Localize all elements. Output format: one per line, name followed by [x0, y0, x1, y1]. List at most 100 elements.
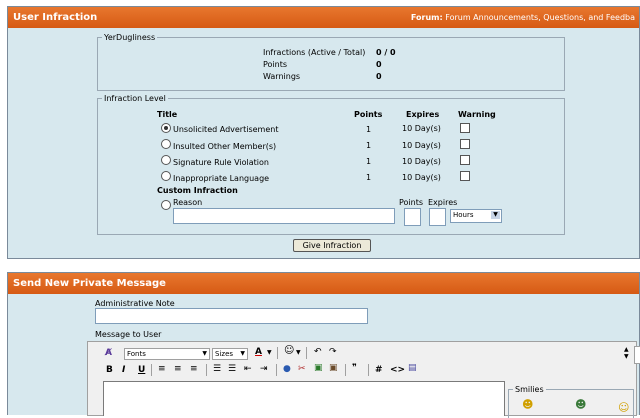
expires-period-select[interactable]: Hours ▼: [450, 209, 502, 223]
hash-button[interactable]: #: [375, 365, 383, 375]
link-icon[interactable]: ●: [283, 364, 291, 374]
infraction-expires-2: 10 Day(s): [402, 157, 441, 166]
infraction-points-1: 1: [366, 141, 372, 150]
font-select[interactable]: Fonts ▼: [124, 348, 210, 360]
underline-button[interactable]: U: [138, 365, 145, 375]
chevron-down-icon: ▼: [202, 350, 207, 357]
warning-checkbox-3[interactable]: [460, 171, 470, 181]
panel-title: User Infraction: [13, 12, 98, 23]
warnings-value: 0: [376, 72, 382, 81]
smilie-thumbsup-icon[interactable]: ☻: [522, 399, 533, 410]
remove-format-icon[interactable]: A̸: [105, 348, 112, 358]
custom-expires-label: Expires: [428, 198, 458, 207]
font-color-icon[interactable]: A: [255, 347, 262, 357]
forum-breadcrumb: Forum: Forum Announcements, Questions, a…: [411, 7, 635, 28]
chevron-down-icon: ▼: [240, 350, 245, 357]
infraction-radio-3[interactable]: [161, 171, 171, 181]
redo-icon[interactable]: ↷: [329, 347, 337, 357]
admin-note-label: Administrative Note: [95, 299, 175, 308]
image-icon[interactable]: ▣: [314, 363, 323, 373]
admin-note-input[interactable]: [95, 308, 368, 324]
infraction-level-legend: Infraction Level: [104, 94, 166, 103]
col-warning: Warning: [458, 110, 496, 119]
unlink-icon[interactable]: ✂: [298, 364, 306, 374]
col-title: Title: [157, 110, 178, 119]
bold-button[interactable]: B: [106, 365, 113, 375]
points-label: Points: [263, 60, 288, 69]
infraction-points-3: 1: [366, 173, 372, 182]
align-right-icon[interactable]: ≡: [190, 364, 198, 374]
smilies-legend: Smilies: [515, 385, 544, 394]
infraction-radio-2[interactable]: [161, 155, 171, 165]
size-select-value: Sizes: [215, 350, 234, 358]
toolbar-separator: [277, 347, 278, 359]
infraction-points-0: 1: [366, 125, 372, 134]
toolbar-separator: [151, 364, 152, 376]
size-select[interactable]: Sizes ▼: [212, 348, 248, 360]
infraction-radio-1[interactable]: [161, 139, 171, 149]
message-label: Message to User: [95, 330, 162, 339]
forum-label: Forum:: [410, 13, 443, 22]
outdent-icon[interactable]: ⇤: [244, 364, 252, 374]
infraction-expires-1: 10 Day(s): [402, 141, 441, 150]
toolbar-separator: [345, 364, 346, 376]
infraction-title-2: Signature Rule Violation: [173, 158, 269, 167]
points-value: 0: [376, 60, 382, 69]
chevron-down-icon[interactable]: ▼: [267, 348, 272, 358]
resize-arrows-icon[interactable]: ▲ ▼: [624, 346, 629, 360]
toolbar-separator: [276, 364, 277, 376]
user-stats-fieldset: YerDugliness: [97, 33, 565, 91]
toolbar-separator: [368, 364, 369, 376]
warnings-label: Warnings: [263, 72, 301, 81]
message-textarea[interactable]: [103, 381, 505, 416]
infraction-title-3: Inappropriate Language: [173, 174, 270, 183]
warning-checkbox-2[interactable]: [460, 155, 470, 165]
smilie-smile-icon[interactable]: ☺: [618, 402, 629, 413]
italic-button[interactable]: I: [122, 365, 125, 375]
toolbar-separator: [206, 364, 207, 376]
give-infraction-button[interactable]: Give Infraction: [293, 239, 371, 252]
reason-input[interactable]: [173, 208, 395, 224]
chevron-down-icon: ▼: [491, 211, 500, 219]
infraction-points-2: 1: [366, 157, 372, 166]
panel-header: User Infraction Forum: Forum Announcemen…: [8, 7, 639, 28]
warning-checkbox-1[interactable]: [460, 139, 470, 149]
warning-checkbox-0[interactable]: [460, 123, 470, 133]
code-button[interactable]: <>: [390, 365, 405, 375]
infraction-title-1: Insulted Other Member(s): [173, 142, 277, 151]
align-center-icon[interactable]: ≡: [174, 364, 182, 374]
unordered-list-icon[interactable]: ☰: [228, 364, 236, 374]
php-icon[interactable]: ▤: [408, 363, 417, 373]
custom-expires-input[interactable]: [429, 208, 446, 226]
smilie-alien-icon[interactable]: ☻: [575, 399, 586, 410]
panel-header: Send New Private Message: [8, 273, 639, 294]
infraction-title-0: Unsolicited Advertisement: [173, 125, 279, 134]
username-legend: YerDugliness: [104, 33, 156, 42]
panel-title: Send New Private Message: [13, 278, 166, 289]
infractions-value: 0 / 0: [376, 48, 396, 57]
custom-points-label: Points: [399, 198, 424, 207]
undo-icon[interactable]: ↶: [314, 347, 322, 357]
infraction-radio-0[interactable]: [161, 123, 171, 133]
col-expires: Expires: [406, 110, 440, 119]
infraction-expires-0: 10 Day(s): [402, 124, 441, 133]
extra-select[interactable]: [634, 346, 640, 364]
smiley-icon[interactable]: ☺: [284, 346, 294, 356]
quote-icon[interactable]: ❞: [352, 363, 357, 373]
custom-points-input[interactable]: [404, 208, 421, 226]
chevron-down-icon[interactable]: ▼: [296, 348, 301, 358]
expires-period-value: Hours: [453, 211, 474, 219]
custom-infraction-heading: Custom Infraction: [157, 186, 238, 195]
custom-infraction-radio[interactable]: [161, 200, 171, 210]
infractions-label: Infractions (Active / Total): [263, 48, 366, 57]
user-infraction-panel: User Infraction Forum: Forum Announcemen…: [7, 6, 640, 259]
font-select-value: Fonts: [127, 350, 146, 358]
indent-icon[interactable]: ⇥: [260, 364, 268, 374]
forum-link[interactable]: Forum Announcements, Questions, and Feed…: [445, 13, 635, 22]
ordered-list-icon[interactable]: ☰: [213, 364, 221, 374]
align-left-icon[interactable]: ≡: [158, 364, 166, 374]
toolbar-separator: [306, 347, 307, 359]
insert-image-icon[interactable]: ▣: [329, 363, 338, 373]
col-points: Points: [354, 110, 383, 119]
reason-label: Reason: [173, 198, 203, 207]
